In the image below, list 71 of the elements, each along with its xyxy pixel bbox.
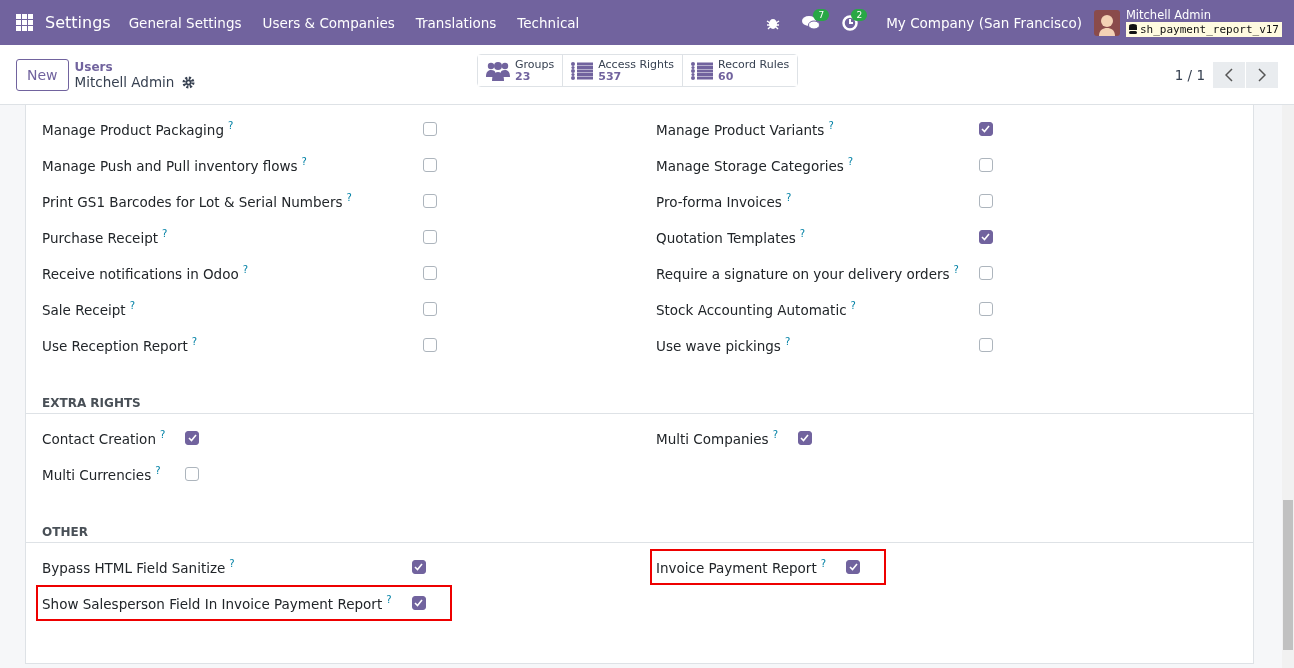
clock-icon[interactable] xyxy=(842,14,859,31)
checkbox[interactable] xyxy=(978,194,993,208)
menu-item[interactable]: Technical xyxy=(517,14,580,31)
user-name[interactable]: Mitchell Admin xyxy=(1125,8,1282,22)
field-label: Contact Creation $^{?}$ xyxy=(42,429,167,447)
field-label: Manage Product Packaging $^{?}$ xyxy=(42,120,235,138)
avatar-icon[interactable] xyxy=(1093,9,1120,36)
next-button[interactable] xyxy=(1246,61,1278,88)
checkbox[interactable] xyxy=(978,122,993,136)
settings-icon[interactable] xyxy=(182,75,196,89)
field-label: Manage Storage Categories $^{?}$ xyxy=(656,156,855,174)
database-icon xyxy=(1128,24,1137,34)
checkbox[interactable] xyxy=(423,230,437,244)
new-button[interactable]: New xyxy=(16,58,69,91)
checkbox[interactable] xyxy=(411,560,426,574)
app-title[interactable]: Settings xyxy=(45,13,111,32)
previous-button[interactable] xyxy=(1213,61,1245,88)
scrollbar[interactable] xyxy=(1282,105,1294,668)
checkbox[interactable] xyxy=(411,596,426,610)
field-label: Multi Companies $^{?}$ xyxy=(656,429,779,447)
field-label: Multi Currencies $^{?}$ xyxy=(42,465,162,483)
checkbox[interactable] xyxy=(423,122,437,136)
checkbox[interactable] xyxy=(978,266,993,280)
users-icon xyxy=(486,60,510,81)
field-label: Bypass HTML Field Sanitize $^{?}$ xyxy=(42,558,236,576)
field-label: Pro-forma Invoices $^{?}$ xyxy=(656,192,793,210)
pager-value[interactable]: 1 / 1 xyxy=(1174,66,1205,83)
chevron-left-icon xyxy=(1225,67,1233,82)
field-label: Stock Accounting Automatic $^{?}$ xyxy=(656,300,857,318)
field-label: Manage Push and Pull inventory flows $^{?}$ xyxy=(42,156,308,174)
checkbox[interactable] xyxy=(423,266,437,280)
field-label: Use wave pickings $^{?}$ xyxy=(656,336,792,354)
checkbox[interactable] xyxy=(797,431,812,445)
field-label: Purchase Receipt $^{?}$ xyxy=(42,228,169,246)
checkbox[interactable] xyxy=(978,302,993,316)
menu-item[interactable]: General Settings xyxy=(128,14,242,31)
checkbox[interactable] xyxy=(185,431,200,445)
checkbox[interactable] xyxy=(978,338,993,352)
company-switcher[interactable]: My Company (San Francisco) xyxy=(886,14,1082,31)
field-label: Invoice Payment Report $^{?}$ xyxy=(656,558,827,576)
field-label: Use Reception Report $^{?}$ xyxy=(42,336,199,354)
menu-item[interactable]: Translations xyxy=(415,14,497,31)
record-title: Mitchell Admin xyxy=(74,74,175,90)
chevron-right-icon xyxy=(1258,67,1266,82)
section-heading: OTHER xyxy=(26,516,1253,543)
field-label: Manage Product Variants $^{?}$ xyxy=(656,120,835,138)
field-label: Quotation Templates $^{?}$ xyxy=(656,228,807,246)
field-label: Show Salesperson Field In Invoice Payment Report $^{?}$ xyxy=(42,594,393,612)
smart-button[interactable]: Groups 23 xyxy=(478,55,564,86)
breadcrumb-link[interactable]: Users xyxy=(74,59,196,75)
field-label: Receive notifications in Odoo $^{?}$ xyxy=(42,264,249,282)
notification-badge: 2 xyxy=(851,8,868,21)
database-name: sh_payment_report_v17 xyxy=(1139,22,1279,36)
checkbox[interactable] xyxy=(423,194,437,208)
field-label: Sale Receipt $^{?}$ xyxy=(42,300,136,318)
field-label: Require a signature on your delivery orders $^{?}$ xyxy=(656,264,960,282)
checkbox[interactable] xyxy=(423,338,437,352)
list-icon xyxy=(571,61,594,80)
checkbox[interactable] xyxy=(978,158,993,172)
list-icon xyxy=(691,61,714,80)
apps-grid-icon[interactable] xyxy=(16,14,33,31)
checkbox[interactable] xyxy=(846,560,860,574)
checkbox[interactable] xyxy=(423,302,437,316)
checkbox[interactable] xyxy=(185,467,200,481)
field-label: Print GS1 Barcodes for Lot & Serial Numbers $^{?}$ xyxy=(42,192,353,210)
menu-item[interactable]: Users & Companies xyxy=(262,14,395,31)
checkbox[interactable] xyxy=(423,158,437,172)
notification-badge: 7 xyxy=(813,9,830,21)
section-heading: EXTRA RIGHTS xyxy=(26,387,1253,414)
scrollbar-thumb[interactable] xyxy=(1283,500,1293,650)
checkbox[interactable] xyxy=(978,230,993,244)
